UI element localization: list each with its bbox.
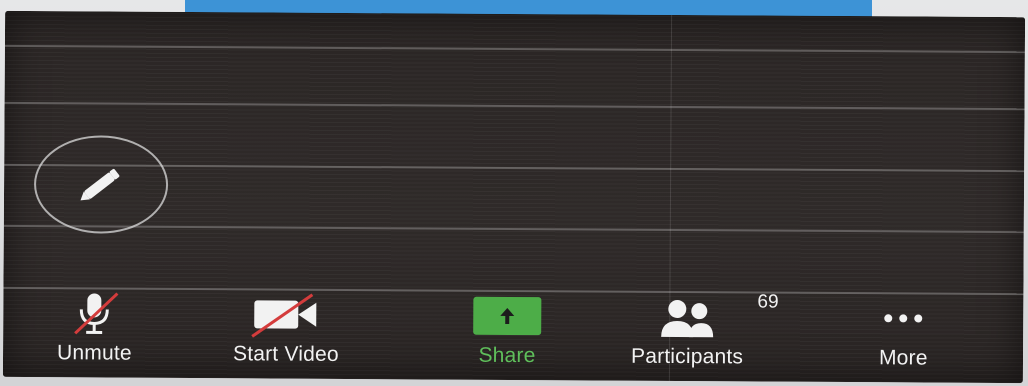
scanline (4, 44, 1025, 54)
meeting-screen: Unmute Start Video Share 69 Participants… (2, 10, 1026, 384)
scanline (3, 224, 1024, 234)
ellipsis-icon (884, 294, 923, 342)
share-button[interactable]: Share (473, 292, 542, 368)
video-camera-off-icon (246, 290, 326, 338)
microphone-muted-icon (59, 289, 129, 337)
arrow-up-icon (500, 307, 515, 324)
share-label: Share (478, 343, 536, 368)
unmute-label: Unmute (56, 341, 132, 365)
share-box (473, 296, 542, 336)
start-video-label: Start Video (232, 342, 339, 366)
dot (884, 314, 893, 323)
unmute-button[interactable]: Unmute (57, 289, 132, 365)
dot (914, 314, 923, 323)
share-icon-wrap (473, 292, 542, 340)
dot (899, 314, 908, 323)
more-label: More (878, 346, 928, 370)
photo-frame: Unmute Start Video Share 69 Participants… (0, 0, 1028, 386)
scanline (4, 101, 1025, 111)
start-video-button[interactable]: Start Video (233, 290, 339, 367)
pencil-icon (80, 168, 120, 201)
meeting-toolbar: Unmute Start Video Share 69 Participants… (3, 277, 1024, 383)
annotate-button[interactable] (33, 135, 169, 234)
more-button[interactable]: More (879, 294, 928, 370)
people-icon: 69 (647, 291, 779, 341)
participants-label: Participants (630, 344, 744, 369)
participants-count: 69 (757, 291, 779, 313)
participants-button[interactable]: 69 Participants (630, 291, 779, 370)
